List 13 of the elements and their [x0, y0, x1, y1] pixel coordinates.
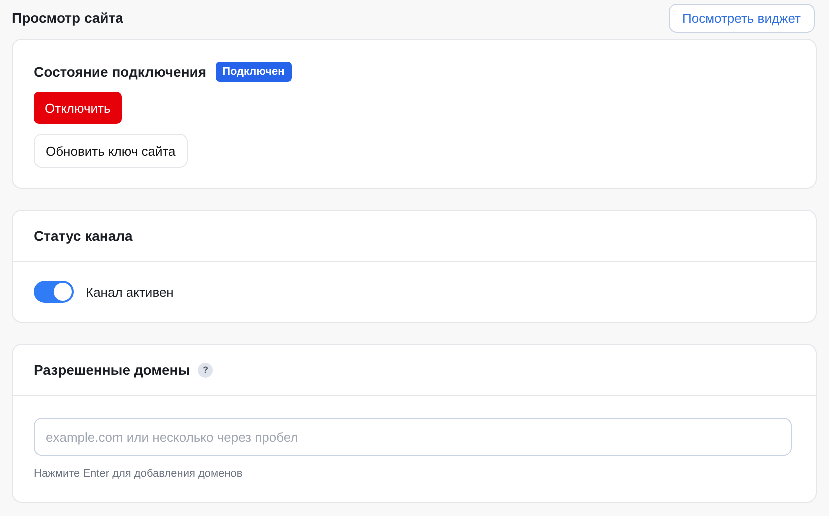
toggle-switch[interactable]	[34, 281, 74, 303]
view-widget-button[interactable]: Посмотреть виджет	[668, 4, 815, 32]
domain-input-field[interactable]: example.com или несколько через пробел	[34, 418, 792, 456]
help-icon[interactable]: ?	[198, 362, 214, 378]
status-badge: Подключен	[216, 62, 292, 82]
toggle-label: Канал активен	[86, 284, 174, 300]
refresh-key-button[interactable]: Обновить ключ сайта	[34, 134, 188, 168]
disconnect-button[interactable]: Отключить	[34, 92, 122, 124]
card-title: Состояние подключения	[34, 64, 207, 80]
page-title: Просмотр сайта	[12, 10, 124, 26]
hint-text: Нажмите Enter для добавления доменов	[34, 468, 243, 480]
card-title: Статус канала	[34, 228, 133, 244]
card-title: Разрешенные домены	[34, 362, 190, 378]
